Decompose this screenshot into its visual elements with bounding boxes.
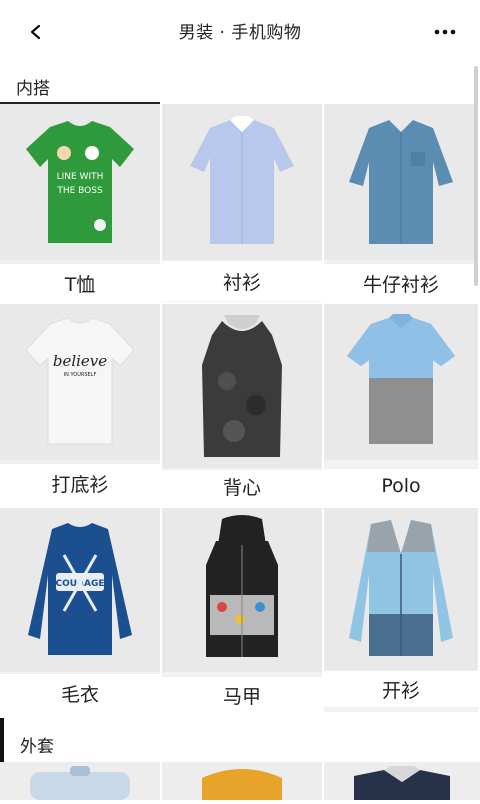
tshirt-image: LINE WITH THE BOSS bbox=[0, 104, 160, 260]
outerwear-grid bbox=[0, 762, 480, 800]
cardigan-image bbox=[324, 508, 478, 670]
white-tshirt-image: believe IN YOURSELF bbox=[0, 304, 160, 460]
category-tile-base-tee[interactable]: believe IN YOURSELF 打底衫 bbox=[0, 304, 162, 504]
section-header-innerwear: 内搭 bbox=[0, 64, 480, 104]
section-header-outerwear: 外套 bbox=[0, 718, 480, 762]
category-tile-sweater[interactable]: COURAGE 毛衣 bbox=[0, 508, 162, 714]
category-tile-tank-top[interactable]: 背心 bbox=[162, 304, 324, 504]
tile-label: 打底衫 bbox=[0, 463, 160, 502]
jacket-2-image bbox=[202, 769, 282, 800]
scrollbar[interactable] bbox=[474, 66, 478, 286]
sweater-image: COURAGE bbox=[0, 508, 160, 672]
svg-text:believe: believe bbox=[53, 352, 107, 370]
svg-text:LINE WITH: LINE WITH bbox=[57, 172, 104, 182]
tank-top-image bbox=[162, 304, 322, 468]
section-indicator bbox=[0, 718, 4, 762]
svg-text:IN YOURSELF: IN YOURSELF bbox=[64, 372, 97, 378]
page-title: 男装 · 手机购物 bbox=[178, 23, 302, 43]
polo-shirt-image bbox=[324, 304, 478, 460]
category-tile-shirt[interactable]: 衬衫 bbox=[162, 104, 324, 304]
category-tile-polo[interactable]: Polo bbox=[324, 304, 480, 504]
more-horizontal-icon bbox=[434, 29, 456, 35]
category-tile-jacket-3[interactable] bbox=[324, 762, 480, 800]
svg-text:THE BOSS: THE BOSS bbox=[56, 186, 103, 196]
category-tile-jacket-1[interactable] bbox=[0, 762, 160, 800]
tile-label: 衬衫 bbox=[162, 260, 322, 301]
tile-label: 牛仔衬衫 bbox=[324, 263, 478, 302]
section-title: 内搭 bbox=[16, 79, 50, 99]
tile-label: 开衫 bbox=[324, 670, 478, 707]
category-tile-cardigan[interactable]: 开衫 bbox=[324, 508, 480, 714]
tile-label: T恤 bbox=[0, 263, 160, 302]
tile-label: 背心 bbox=[162, 469, 322, 502]
more-button[interactable] bbox=[430, 18, 460, 46]
denim-shirt-image bbox=[324, 104, 478, 260]
jacket-1-image bbox=[30, 766, 130, 800]
hooded-vest-image bbox=[162, 508, 322, 672]
top-bar: 男装 · 手机购物 bbox=[0, 0, 480, 62]
tile-label: 毛衣 bbox=[0, 673, 160, 712]
category-tile-denim-shirt[interactable]: 牛仔衬衫 bbox=[324, 104, 480, 304]
category-tile-jacket-2[interactable] bbox=[162, 762, 322, 800]
section-title: 外套 bbox=[20, 737, 54, 757]
shirt-image bbox=[162, 104, 322, 260]
category-tile-vest[interactable]: 马甲 bbox=[162, 508, 324, 714]
tile-label: Polo bbox=[324, 468, 478, 503]
category-tile-tshirt[interactable]: LINE WITH THE BOSS T恤 bbox=[0, 104, 162, 304]
tile-label: 马甲 bbox=[162, 676, 322, 713]
jacket-3-image bbox=[354, 766, 450, 800]
